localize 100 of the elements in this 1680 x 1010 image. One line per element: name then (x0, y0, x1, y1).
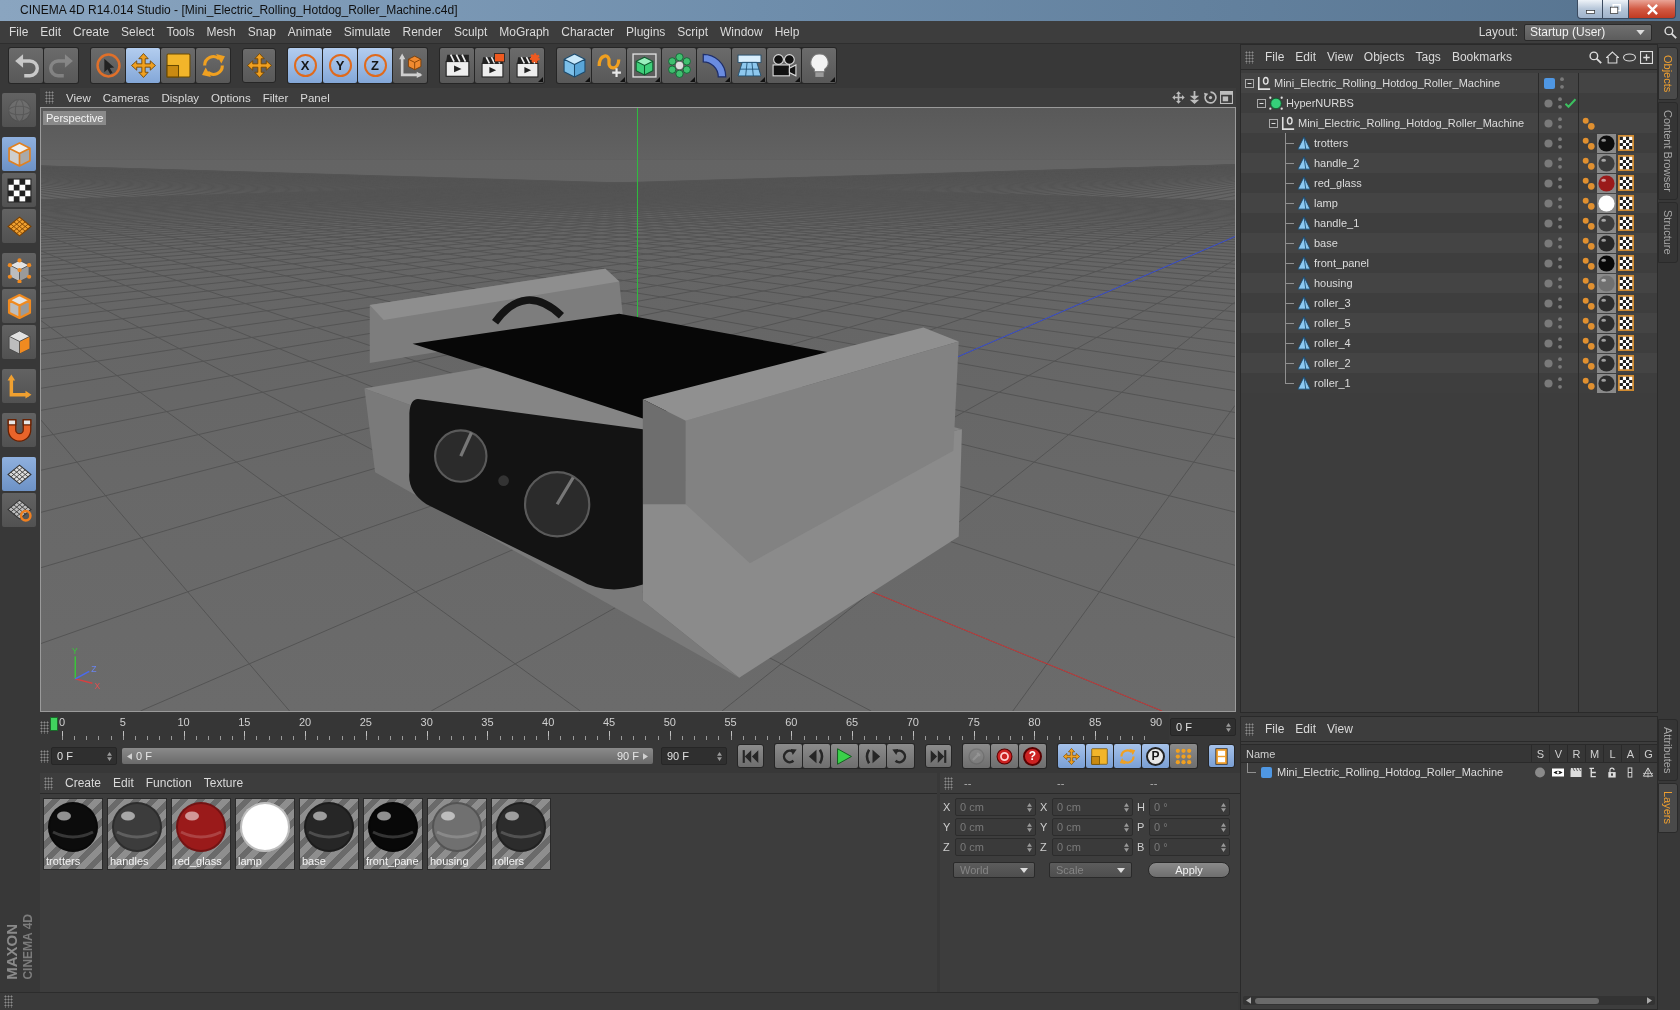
column-header[interactable]: G (1639, 745, 1657, 762)
material-swatch[interactable]: handles (107, 798, 167, 870)
two-dots-icon[interactable] (1582, 296, 1595, 310)
menu-item[interactable]: Display (161, 91, 200, 104)
checker-icon[interactable] (1618, 375, 1634, 391)
toggle-dots-icon[interactable] (1558, 217, 1562, 229)
menu-item[interactable]: Simulate (343, 25, 391, 39)
material-ball-icon[interactable] (1597, 313, 1616, 333)
render-view-button[interactable] (440, 47, 474, 83)
picture-viewer-button[interactable] (475, 47, 509, 83)
checker-icon[interactable] (1618, 275, 1634, 291)
window-icon[interactable] (1220, 91, 1233, 104)
object-name[interactable]: handle_1 (1314, 217, 1360, 229)
two-dots-icon[interactable] (1582, 256, 1595, 270)
menu-item[interactable]: Plugins (625, 25, 666, 39)
object-name[interactable]: Mini_Electric_Rolling_Hotdog_Roller_Machine (1298, 117, 1525, 129)
toggle-dots-icon[interactable] (1558, 357, 1562, 369)
menu-item[interactable]: Animate (287, 25, 332, 39)
menu-item[interactable]: View (1327, 722, 1353, 736)
search-icon[interactable] (1589, 50, 1602, 64)
menu-item[interactable]: Options (211, 91, 251, 104)
object-name[interactable]: roller_5 (1314, 317, 1351, 329)
object-name[interactable]: trotters (1314, 137, 1349, 149)
timeline-button[interactable] (1208, 744, 1235, 768)
menu-item[interactable]: Function (145, 776, 192, 790)
scale-tool-button[interactable] (161, 47, 195, 83)
selection-tool-button[interactable] (91, 47, 125, 83)
menu-item[interactable]: Create (73, 25, 110, 39)
dot-icon[interactable] (1544, 278, 1553, 288)
arrows-down-icon[interactable] (1188, 91, 1201, 104)
material-swatch[interactable]: red_glass (171, 798, 231, 870)
point-level-key-button[interactable] (1170, 744, 1197, 768)
magnet-button[interactable] (2, 413, 36, 447)
frame-field[interactable]: 90 F (661, 747, 727, 765)
dot-icon[interactable] (1544, 218, 1553, 228)
object-name[interactable]: Mini_Electric_Rolling_Hotdog_Roller_Machine (1274, 77, 1501, 89)
column-header[interactable]: L (1603, 745, 1621, 762)
play-button[interactable] (831, 744, 858, 768)
layer-color-swatch[interactable] (1261, 766, 1272, 778)
axis-lock-button[interactable]: X (288, 47, 322, 83)
locked-workplane-button[interactable] (2, 493, 36, 527)
checker-icon[interactable] (1618, 155, 1634, 171)
checker-icon[interactable] (1618, 255, 1634, 271)
menu-item[interactable]: Filter (262, 91, 289, 104)
menu-item[interactable]: Character (561, 25, 614, 39)
texture-mode-button[interactable] (2, 173, 36, 207)
clapperboard-icon[interactable] (1570, 766, 1582, 778)
material-swatch[interactable]: trotters (43, 798, 103, 870)
material-swatch[interactable]: housing (427, 798, 487, 870)
checker-icon[interactable] (1618, 335, 1634, 351)
object-name[interactable]: base (1314, 237, 1338, 249)
triangle-icon[interactable] (1642, 766, 1654, 778)
menu-item[interactable]: Render (402, 25, 442, 39)
previous-key-button[interactable] (775, 744, 802, 768)
menu-item[interactable]: View (66, 91, 91, 104)
menu-item[interactable]: Help (774, 25, 800, 39)
dot-icon[interactable] (1544, 178, 1553, 188)
two-dots-icon[interactable] (1582, 136, 1595, 150)
material-ball-icon[interactable] (1597, 193, 1616, 213)
snap-button[interactable] (2, 457, 36, 491)
two-dots-icon[interactable] (1582, 356, 1595, 370)
render-settings-button[interactable] (510, 47, 544, 83)
menu-item[interactable]: Texture (203, 776, 244, 790)
toggle-dots-icon[interactable] (1558, 377, 1562, 389)
menu-item[interactable]: Tags (1415, 50, 1441, 64)
scale-key-button[interactable] (1086, 744, 1113, 768)
menu-item[interactable]: File (1265, 50, 1285, 64)
toggle-dots-icon[interactable] (1558, 237, 1562, 249)
oval-icon[interactable] (1623, 50, 1636, 64)
dot-icon[interactable] (1544, 378, 1553, 388)
light-button[interactable] (802, 47, 836, 83)
dot-icon[interactable] (1544, 318, 1553, 328)
rotate-icon[interactable] (1204, 91, 1217, 104)
object-name[interactable]: housing (1314, 277, 1353, 289)
menu-item[interactable]: Edit (113, 776, 134, 790)
undo-button[interactable] (9, 47, 43, 83)
previous-frame-button[interactable] (803, 744, 830, 768)
toggle-dots-icon[interactable] (1558, 177, 1562, 189)
dot-icon[interactable] (1544, 118, 1553, 128)
column-header[interactable]: R (1567, 745, 1585, 762)
material-ball-icon[interactable] (1597, 253, 1616, 273)
open-lock-icon[interactable] (1606, 766, 1618, 778)
grip-icon[interactable] (4, 995, 13, 1008)
floor-button[interactable] (732, 47, 766, 83)
scrollbar[interactable] (1243, 996, 1655, 1005)
close-button[interactable] (1629, 0, 1676, 19)
two-dots-icon[interactable] (1582, 236, 1595, 250)
two-dots-icon[interactable] (1582, 216, 1595, 230)
tool-button[interactable] (242, 47, 276, 83)
search-icon[interactable] (1664, 25, 1677, 39)
menu-item[interactable]: Select (121, 25, 155, 39)
column-header[interactable]: V (1549, 745, 1567, 762)
object-name[interactable]: roller_2 (1314, 357, 1351, 369)
material-ball-icon[interactable] (1597, 273, 1616, 293)
toggle-dots-icon[interactable] (1558, 117, 1562, 129)
column-header[interactable]: Name (1241, 745, 1531, 762)
dot-icon[interactable] (1544, 258, 1553, 268)
two-dots-icon[interactable] (1582, 376, 1595, 390)
material-swatch[interactable]: rollers (491, 798, 551, 870)
dot-icon[interactable] (1544, 198, 1553, 208)
